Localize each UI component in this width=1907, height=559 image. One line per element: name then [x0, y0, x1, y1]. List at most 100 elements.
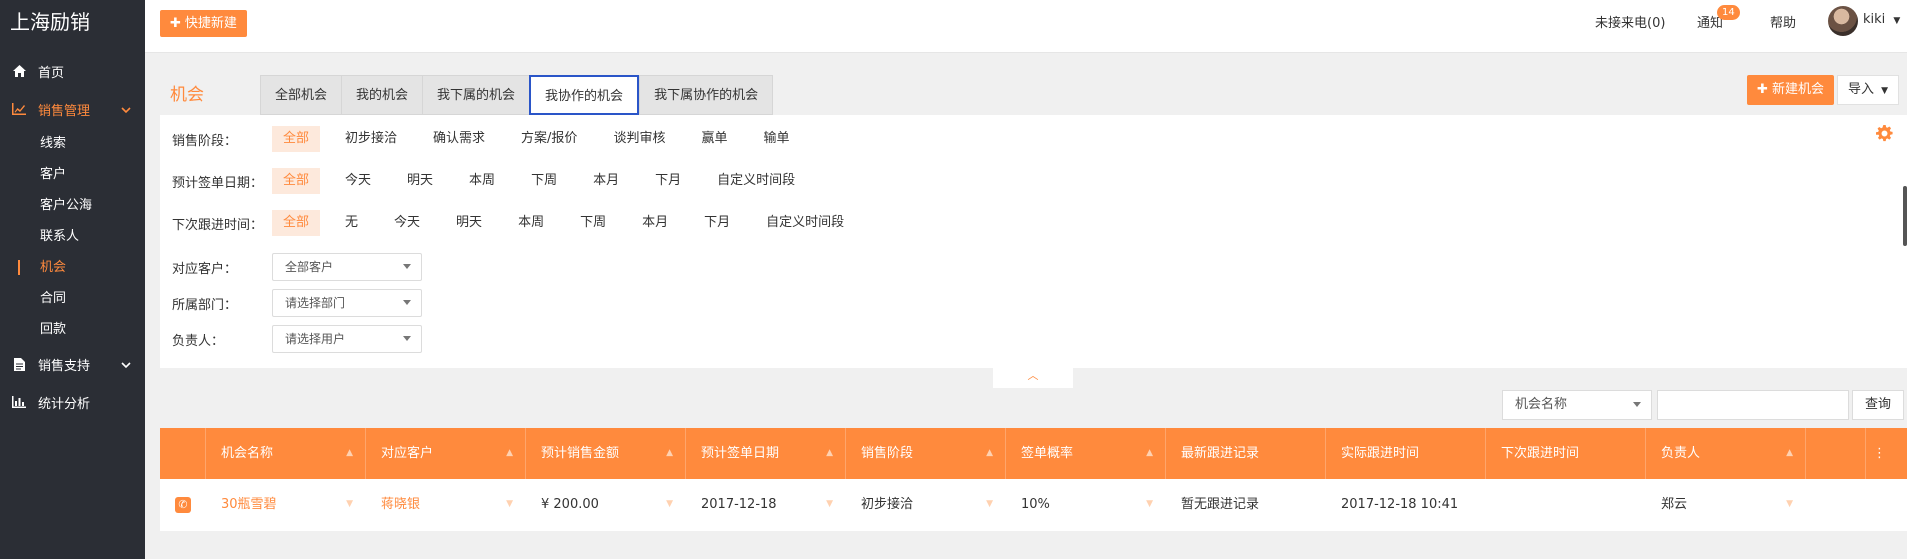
tab-collaborated-opportunities[interactable]: 我协作的机会: [529, 75, 640, 115]
bar-chart-icon: [10, 396, 28, 408]
search-input[interactable]: [1657, 390, 1849, 420]
column-settings-icon[interactable]: ⋮: [1866, 428, 1887, 479]
filter-option[interactable]: 确认需求: [422, 126, 496, 152]
filter-option[interactable]: 本月: [631, 210, 679, 236]
sort-icon: ▲ ▼: [346, 448, 353, 509]
table-cell: 2017-12-18: [701, 497, 777, 512]
department-select[interactable]: 请选择部门: [272, 289, 422, 317]
nav-item-home[interactable]: 首页: [0, 52, 145, 90]
filter-option[interactable]: 输单: [752, 126, 800, 152]
column-header[interactable]: 预计销售金额 ▲ ▼: [526, 428, 686, 509]
filter-next-follow: 下次跟进时间： 全部 无 今天 明天 本周 下周 本月 下月 自定义时间段: [172, 209, 869, 237]
filter-label: 负责人：: [172, 333, 225, 349]
chevron-up-icon: ︿: [1027, 369, 1039, 382]
search-button[interactable]: 查询: [1852, 390, 1904, 420]
filter-label: 销售阶段：: [172, 133, 238, 149]
nav-item-sales-support[interactable]: 销售支持: [0, 345, 145, 383]
column-header[interactable]: 最新跟进记录: [1166, 428, 1326, 479]
filter-option[interactable]: 本月: [582, 168, 630, 194]
filter-option[interactable]: 下周: [569, 210, 617, 236]
filter-option[interactable]: 全部: [272, 126, 321, 152]
column-header[interactable]: 对应客户 ▲ ▼: [366, 428, 526, 509]
column-header[interactable]: 销售阶段 ▲ ▼: [846, 428, 1006, 509]
nav-item-sales-management[interactable]: 销售管理: [0, 90, 145, 128]
filter-option[interactable]: 本周: [458, 168, 506, 194]
scrollbar[interactable]: [1903, 186, 1907, 246]
filter-sales-stage: 销售阶段： 全部 初步接洽 确认需求 方案/报价 谈判审核 赢单 输单: [172, 125, 814, 153]
caret-down-icon: [403, 300, 411, 305]
tab-all-opportunities[interactable]: 全部机会: [260, 75, 342, 115]
sidebar-item-payments[interactable]: 回款: [0, 314, 145, 345]
filter-option[interactable]: 方案/报价: [510, 126, 588, 152]
tab-my-opportunities[interactable]: 我的机会: [341, 75, 423, 115]
help-link[interactable]: 帮助: [1770, 12, 1796, 31]
filter-option[interactable]: 本周: [507, 210, 555, 236]
filter-option[interactable]: 下月: [693, 210, 741, 236]
collapse-filter-toggle[interactable]: ︿: [993, 368, 1073, 388]
caret-down-icon: [1633, 402, 1641, 407]
column-header[interactable]: 预计签单日期 ▲ ▼: [686, 428, 846, 509]
customer-link[interactable]: 蒋晓银: [366, 479, 526, 531]
table-header: 机会名称 ▲ ▼ 对应客户 ▲ ▼ 预计销售金额 ▲ ▼ 预计签单日期 ▲ ▼ 销售阶段 ▲ ▼ 签…: [160, 428, 1907, 509]
notification-badge: 14: [1717, 5, 1740, 20]
new-opportunity-button[interactable]: ✚ 新建机会: [1747, 75, 1835, 105]
filter-option[interactable]: 明天: [445, 210, 493, 236]
caret-down-icon: [403, 336, 411, 341]
filter-option[interactable]: 今天: [383, 210, 431, 236]
caret-down-icon: [403, 264, 411, 269]
gear-icon[interactable]: [1876, 125, 1893, 147]
sidebar-item-customers[interactable]: 客户: [0, 159, 145, 190]
tab-subordinate-opportunities[interactable]: 我下属的机会: [422, 75, 530, 115]
filter-label: 预计签单日期：: [172, 175, 264, 191]
column-header[interactable]: 机会名称 ▲ ▼: [206, 428, 366, 509]
sidebar-item-leads[interactable]: 线索: [0, 128, 145, 159]
sidebar-item-contacts[interactable]: 联系人: [0, 221, 145, 252]
sidebar-item-opportunities[interactable]: 机会: [0, 252, 145, 283]
top-bar: ✚ 快捷新建 未接来电(0) 通知 14 帮助 kiki ▼: [145, 0, 1907, 53]
filter-option[interactable]: 赢单: [690, 126, 738, 152]
filter-option[interactable]: 初步接洽: [334, 126, 408, 152]
table-row[interactable]: ✆ 30瓶雪碧 蒋晓银 ¥ 200.00 2017-12-18 初步接洽 10%…: [160, 479, 1907, 531]
sidebar-item-contracts[interactable]: 合同: [0, 283, 145, 314]
column-header[interactable]: 负责人 ▲ ▼: [1646, 428, 1806, 509]
missed-calls-link[interactable]: 未接来电(0): [1595, 12, 1665, 31]
table-cell: ¥ 200.00: [541, 497, 599, 512]
filter-option[interactable]: 下周: [520, 168, 568, 194]
table-cell: 10%: [1021, 497, 1050, 512]
filter-option[interactable]: 自定义时间段: [706, 168, 806, 194]
filter-option[interactable]: 今天: [334, 168, 382, 194]
column-header[interactable]: 签单概率 ▲ ▼: [1006, 428, 1166, 509]
filter-option[interactable]: 明天: [396, 168, 444, 194]
avatar[interactable]: [1828, 6, 1858, 36]
filter-option[interactable]: 自定义时间段: [755, 210, 855, 236]
filter-option[interactable]: 全部: [272, 168, 321, 194]
row-action[interactable]: ✆: [160, 479, 206, 531]
filter-option[interactable]: 无: [334, 210, 369, 236]
opportunity-tabs: 全部机会 我的机会 我下属的机会 我协作的机会 我下属协作的机会: [260, 75, 774, 115]
column-header[interactable]: 下次跟进时间: [1486, 428, 1646, 479]
filter-department: 所属部门： 请选择部门: [172, 289, 422, 317]
table-cell: 暂无跟进记录: [1181, 497, 1260, 512]
filter-option[interactable]: 全部: [272, 210, 321, 236]
owner-select[interactable]: 请选择用户: [272, 325, 422, 353]
table-cell: 初步接洽: [861, 497, 914, 512]
import-button[interactable]: 导入 ▼: [1837, 75, 1900, 105]
nav-item-statistics[interactable]: 统计分析: [0, 383, 145, 421]
document-icon: [10, 357, 28, 371]
filter-option[interactable]: 下月: [644, 168, 692, 194]
customer-select[interactable]: 全部客户: [272, 253, 422, 281]
quick-create-button[interactable]: ✚ 快捷新建: [160, 10, 247, 37]
opportunity-name-link[interactable]: 30瓶雪碧: [206, 479, 366, 531]
sidebar-item-customer-pool[interactable]: 客户公海: [0, 190, 145, 221]
column-header[interactable]: 实际跟进时间: [1326, 428, 1486, 479]
phone-icon[interactable]: ✆: [175, 496, 191, 513]
notifications-link[interactable]: 通知 14: [1697, 5, 1740, 31]
filter-label: 下次跟进时间：: [172, 217, 264, 233]
filter-option[interactable]: 谈判审核: [602, 126, 676, 152]
tab-subordinate-collaborated-opportunities[interactable]: 我下属协作的机会: [639, 75, 774, 115]
filter-label: 所属部门：: [172, 297, 238, 313]
user-menu[interactable]: kiki ▼: [1863, 12, 1900, 27]
search-field-select[interactable]: 机会名称: [1502, 390, 1652, 420]
chart-icon: [10, 103, 28, 115]
brand-logo: 上海励销: [10, 10, 90, 34]
